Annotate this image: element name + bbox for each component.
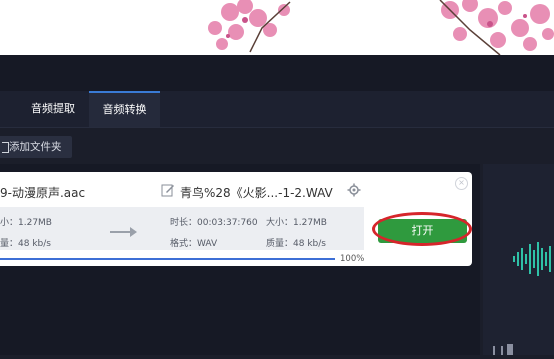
preview-panel [483, 164, 554, 355]
waveform-icon [493, 242, 551, 355]
tab-bar: 音频提取 音频转换 [0, 91, 554, 128]
source-file-name: 9-动漫原声.aac [0, 186, 86, 200]
tab-partial[interactable] [0, 91, 8, 127]
add-folder-button[interactable]: 添加文件夹 [0, 136, 72, 158]
close-icon[interactable]: × [455, 177, 468, 190]
edit-icon[interactable] [161, 183, 175, 197]
tab-audio-convert[interactable]: 音频转换 [89, 91, 160, 127]
output-size: 大小：1.27MB [266, 218, 327, 228]
output-quality: 质量：48 kb/s [266, 239, 326, 249]
source-quality: 量：48 kb/s [0, 239, 51, 249]
highlight-ring [372, 212, 472, 246]
folder-icon [2, 142, 9, 153]
top-navigation-bar [0, 55, 554, 91]
cherry-blossom-image [208, 0, 554, 55]
output-file-name: 青鸟%28《火影...-1-2.WAV [180, 186, 333, 200]
progress-percent: 100% [340, 254, 365, 264]
source-size: 小：1.27MB [0, 218, 52, 228]
arrow-right-icon [110, 227, 137, 237]
progress-bar [0, 258, 335, 260]
tab-audio-extract[interactable]: 音频提取 [18, 91, 88, 127]
toolbar: 添加文件夹 [0, 128, 554, 164]
banner-image [0, 0, 554, 55]
settings-gear-icon[interactable] [347, 183, 361, 197]
add-folder-label: 添加文件夹 [9, 141, 62, 153]
output-format: 格式：WAV [170, 239, 218, 249]
output-duration: 时长：00:03:37:760 [170, 218, 258, 228]
